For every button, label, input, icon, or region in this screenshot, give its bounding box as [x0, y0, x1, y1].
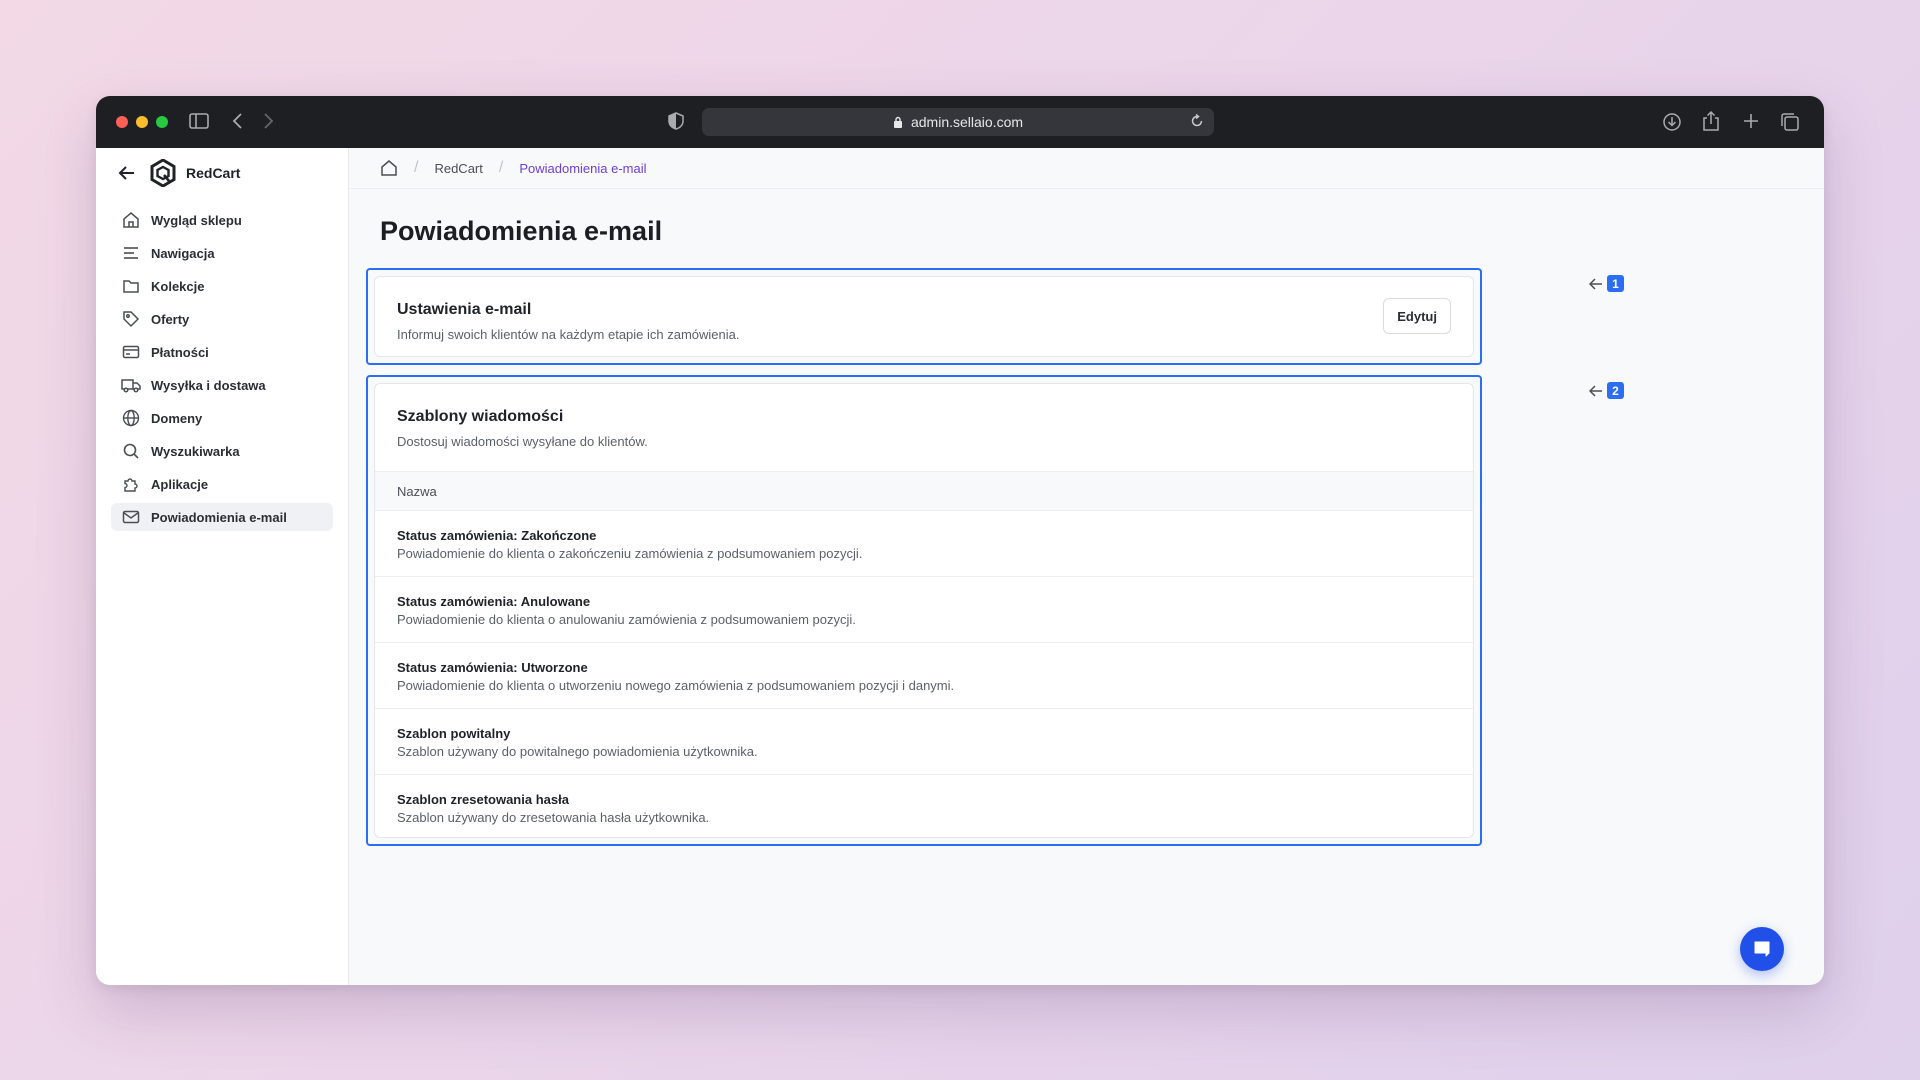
sidebar-item-domeny[interactable]: Domeny — [111, 404, 333, 432]
sidebar-item-label: Wyszukiwarka — [151, 443, 240, 459]
share-icon[interactable] — [1702, 110, 1720, 132]
sidebar-item-powiadomienia[interactable]: Powiadomienia e-mail — [111, 503, 333, 531]
brand-logo-icon — [150, 159, 176, 187]
chat-button[interactable] — [1740, 927, 1784, 971]
url-text: admin.sellaio.com — [910, 114, 1024, 130]
address-bar[interactable]: admin.sellaio.com — [702, 108, 1214, 136]
folder-icon — [121, 276, 141, 296]
template-description: Powiadomienie do klienta o zakończeniu z… — [397, 546, 863, 561]
window-controls — [116, 116, 168, 128]
column-name-header: Nazwa — [397, 483, 437, 499]
template-name: Szablon zresetowania hasła — [397, 792, 569, 807]
table-row[interactable]: Status zamówienia: Utworzone Powiadomien… — [375, 643, 1473, 709]
arrow-left-icon — [1589, 277, 1602, 290]
sidebar-toggle-icon[interactable] — [189, 112, 209, 130]
table-row[interactable]: Szablon zresetowania hasła Szablon używa… — [375, 775, 1473, 841]
tag-icon — [121, 309, 141, 329]
table-row[interactable]: Status zamówienia: Zakończone Powiadomie… — [375, 511, 1473, 577]
marker-number: 2 — [1607, 382, 1624, 399]
template-description: Szablon używany do zresetowania hasła uż… — [397, 810, 710, 825]
tab-overview-icon[interactable] — [1780, 112, 1800, 132]
table-row[interactable]: Szablon powitalny Szablon używany do pow… — [375, 709, 1473, 775]
templates-title: Szablony wiadomości — [397, 408, 564, 425]
template-name: Szablon powitalny — [397, 726, 511, 741]
menu-lines-icon — [121, 243, 141, 263]
chat-bubble-icon — [1754, 941, 1770, 957]
mail-icon — [121, 507, 141, 527]
home-breadcrumb-icon[interactable] — [380, 159, 398, 177]
sidebar-item-label: Aplikacje — [151, 476, 209, 492]
sidebar-item-label: Płatności — [151, 344, 209, 360]
sidebar-item-platnosci[interactable]: Płatności — [111, 338, 333, 366]
arrow-left-icon — [1589, 384, 1602, 397]
annotation-marker-2: 2 — [1589, 382, 1624, 399]
template-description: Powiadomienie do klienta o anulowaniu za… — [397, 612, 856, 627]
new-tab-icon[interactable] — [1742, 112, 1760, 130]
table-header: Nazwa — [375, 471, 1473, 511]
sidebar-item-label: Nawigacja — [151, 245, 215, 261]
sidebar-item-nawigacja[interactable]: Nawigacja — [111, 239, 333, 267]
sidebar-item-wysylka[interactable]: Wysyłka i dostawa — [111, 371, 333, 399]
breadcrumb-separator: / — [414, 159, 419, 176]
truck-icon — [121, 375, 141, 395]
sidebar-item-label: Wysyłka i dostawa — [151, 377, 266, 393]
shield-icon[interactable] — [668, 112, 684, 130]
template-description: Powiadomienie do klienta o utworzeniu no… — [397, 678, 955, 693]
templates-subtitle: Dostosuj wiadomości wysyłane do klientów… — [397, 434, 648, 449]
credit-card-icon — [121, 342, 141, 362]
sidebar-item-label: Wygląd sklepu — [151, 212, 242, 228]
sidebar-nav: Wygląd sklepu Nawigacja Kolekcje Oferty … — [96, 206, 348, 531]
sidebar-item-kolekcje[interactable]: Kolekcje — [111, 272, 333, 300]
email-settings-subtitle: Informuj swoich klientów na każdym etapi… — [397, 327, 740, 342]
back-nav-icon[interactable] — [232, 112, 244, 130]
download-icon[interactable] — [1662, 112, 1682, 132]
back-arrow-icon[interactable] — [118, 165, 136, 181]
puzzle-icon — [121, 474, 141, 494]
table-row[interactable]: Status zamówienia: Anulowane Powiadomien… — [375, 577, 1473, 643]
template-name: Status zamówienia: Zakończone — [397, 528, 597, 543]
reload-icon[interactable] — [1190, 114, 1204, 128]
sidebar-brand: RedCart — [96, 148, 348, 198]
page-title: Powiadomienia e-mail — [380, 216, 663, 246]
minimize-window-button[interactable] — [136, 116, 148, 128]
templates-card: Szablony wiadomości Dostosuj wiadomości … — [374, 383, 1474, 838]
main-content: / RedCart / Powiadomienia e-mail Powiado… — [349, 148, 1824, 985]
sidebar-item-aplikacje[interactable]: Aplikacje — [111, 470, 333, 498]
brand-name: RedCart — [186, 165, 241, 181]
close-window-button[interactable] — [116, 116, 128, 128]
template-name: Status zamówienia: Anulowane — [397, 594, 591, 609]
breadcrumb: / RedCart / Powiadomienia e-mail — [349, 148, 1824, 189]
search-icon — [121, 441, 141, 461]
breadcrumb-store-link[interactable]: RedCart — [434, 161, 482, 176]
edit-button[interactable]: Edytuj — [1383, 298, 1451, 334]
globe-icon — [121, 408, 141, 428]
home-icon — [121, 210, 141, 230]
breadcrumb-separator: / — [498, 159, 504, 176]
annotation-marker-1: 1 — [1589, 275, 1624, 292]
sidebar-item-label: Domeny — [151, 410, 203, 426]
forward-nav-icon[interactable] — [262, 112, 274, 130]
email-settings-card: Ustawienia e-mail Informuj swoich klient… — [374, 276, 1474, 357]
breadcrumb-current: Powiadomienia e-mail — [519, 160, 647, 176]
template-description: Szablon używany do powitalnego powiadomi… — [397, 744, 758, 759]
sidebar: RedCart Wygląd sklepu Nawigacja Kolekcje… — [96, 148, 349, 985]
sidebar-item-label: Oferty — [151, 311, 190, 327]
sidebar-item-label: Kolekcje — [151, 278, 205, 294]
marker-number: 1 — [1607, 275, 1624, 292]
maximize-window-button[interactable] — [156, 116, 168, 128]
template-name: Status zamówienia: Utworzone — [397, 660, 588, 675]
sidebar-item-wyszukiwarka[interactable]: Wyszukiwarka — [111, 437, 333, 465]
lock-icon — [893, 116, 903, 128]
browser-titlebar: admin.sellaio.com — [96, 96, 1824, 148]
sidebar-item-wyglad-sklepu[interactable]: Wygląd sklepu — [111, 206, 333, 234]
browser-window: admin.sellaio.com RedCart Wygląd sklepu … — [96, 96, 1824, 985]
email-settings-title: Ustawienia e-mail — [397, 301, 532, 318]
sidebar-item-oferty[interactable]: Oferty — [111, 305, 333, 333]
sidebar-item-label: Powiadomienia e-mail — [151, 509, 287, 525]
